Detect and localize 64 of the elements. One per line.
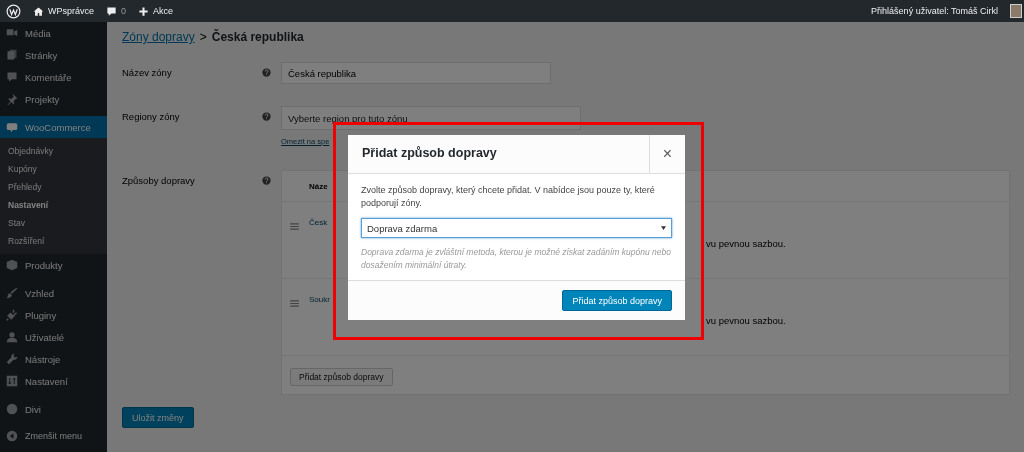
page-title: Česká republika [211,30,304,44]
column-header: Náze [309,181,328,191]
menu-item[interactable]: Komentáře [0,66,107,88]
help-icon[interactable] [262,112,271,121]
help-icon[interactable] [262,68,271,77]
media-icon [6,27,18,39]
menu-item[interactable]: Vzhled [0,282,107,304]
method-description: vu pevnou sazbou. [706,314,787,325]
home-icon[interactable] [33,5,44,17]
method-description-text: Doprava zdarma je zvláštní metoda, kterou je možné získat zadáním kupónu nebo dosažením minimální útraty. [361,246,672,272]
circle-icon [6,403,18,415]
field-label: Způsoby dopravy [122,174,196,186]
collapse-icon [6,430,18,442]
caret-icon [661,226,666,230]
submenu-item[interactable]: Stav [0,214,107,232]
menu-item[interactable]: Nastavení [0,370,107,392]
woo-icon [6,121,18,133]
add-method-button[interactable]: Přidat způsob dopravy [562,290,672,311]
add-method-button[interactable]: Přidat způsob dopravy [290,368,393,386]
menu-item[interactable]: Uživatelé [0,326,107,348]
new-link[interactable]: Akce [153,6,174,16]
menu-item[interactable]: WooCommerce [0,116,107,138]
plus-icon[interactable] [138,5,150,17]
submenu-item[interactable]: Rozšíření [0,232,107,250]
drag-handle-icon[interactable] [290,223,299,230]
pin-icon [6,93,18,105]
zone-name-field[interactable]: Česká republika [281,62,551,84]
drag-handle-icon[interactable] [290,300,299,307]
comment-count: 0 [121,6,127,16]
settings-icon [6,375,18,387]
submenu-item[interactable]: Objednávky [0,142,107,160]
comment-icon[interactable] [106,5,117,17]
box-icon [6,259,18,271]
menu-item[interactable]: Projekty [0,88,107,110]
user-icon [6,331,18,343]
submenu-item[interactable]: Přehledy [0,178,107,196]
save-button[interactable]: Uložit změny [122,407,194,428]
wrench-icon [6,353,18,365]
menu-item[interactable]: Stránky [0,44,107,66]
site-name-link[interactable]: WPsprávce [48,6,94,16]
menu-item[interactable]: Pluginy [0,304,107,326]
pages-icon [6,49,18,61]
plug-icon [6,309,18,321]
menu-item[interactable]: Produkty [0,254,107,276]
field-label: Název zóny [122,66,173,78]
avatar-placeholder[interactable] [1010,4,1022,18]
modal-title: Přidat způsob dopravy [361,145,498,162]
breadcrumb-separator: > [199,30,207,44]
user-greeting[interactable]: Přihlášený uživatel: Tomáš Cirkl [871,6,998,16]
modal-intro-text: Zvolte způsob dopravy, který chcete přidat. V nabídce jsou pouze ty, které podporují zóny. [361,184,656,210]
menu-item[interactable]: Nástroje [0,348,107,370]
submenu-item[interactable]: Nastavení [0,196,107,214]
collapse-menu-button[interactable]: Zmenšit menu [0,426,107,446]
method-select[interactable]: Doprava zdarma [361,218,672,238]
comment-icon [6,71,18,83]
breadcrumb-link[interactable]: Zóny dopravy [122,30,195,44]
menu-item[interactable]: Divi [0,398,107,420]
menu-item[interactable]: Média [0,22,107,44]
logo-icon[interactable] [6,3,21,19]
method-description: vu pevnou sazbou. [706,237,787,248]
submenu-item[interactable]: Kupóny [0,160,107,178]
field-label: Regiony zóny [122,110,181,122]
brush-icon [6,287,18,299]
help-icon[interactable] [262,176,271,185]
